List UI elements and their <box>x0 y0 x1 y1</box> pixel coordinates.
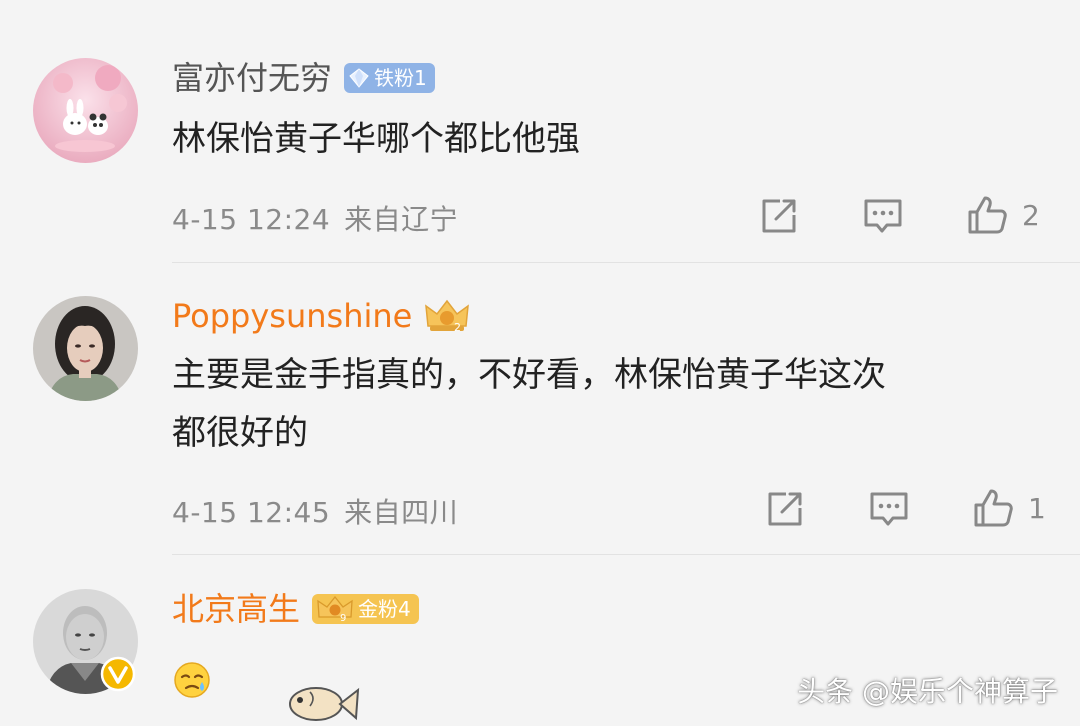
comment-icon <box>870 492 908 526</box>
fish-sticker-image <box>280 676 360 726</box>
avatar[interactable] <box>33 58 138 163</box>
comment-text-line: 主要是金手指真的，不好看，林保怡黄子华这次 <box>172 355 886 395</box>
like-count: 2 <box>1022 198 1040 232</box>
crown-level: 2 <box>454 321 461 334</box>
like-button[interactable]: 1 <box>972 487 1046 529</box>
fan-badge: 9 金粉4 <box>312 594 419 624</box>
like-count: 1 <box>1028 491 1046 525</box>
thumbs-up-icon <box>974 489 1013 527</box>
crown-icon: 2 <box>425 299 470 334</box>
share-button[interactable] <box>766 490 804 528</box>
username-text[interactable]: 北京高生 <box>172 589 300 629</box>
comment-location: 来自辽宁 <box>344 203 459 236</box>
username[interactable]: Poppysunshine 2 <box>172 296 470 336</box>
share-icon <box>768 492 802 526</box>
comment-meta: 4-15 12:45 来自四川 <box>172 491 458 531</box>
avatar[interactable] <box>33 296 138 401</box>
iron-fan-badge: 铁粉1 <box>344 63 435 93</box>
username-text[interactable]: 富亦付无穷 <box>172 58 332 98</box>
comment-text-line: 都很好的 <box>172 413 308 453</box>
username[interactable]: 北京高生 9 金粉4 <box>172 589 419 629</box>
comment-list: 富亦付无穷 铁粉1 林保怡黄子华哪个都比他强 4-15 12:24 来自辽宁 2… <box>0 0 1080 726</box>
watermark: 头条 @娱乐个神算子 <box>797 675 1058 708</box>
username-text[interactable]: Poppysunshine <box>172 296 412 336</box>
comment-location: 来自四川 <box>344 496 459 529</box>
username[interactable]: 富亦付无穷 铁粉1 <box>172 58 435 98</box>
crown-icon: 9 <box>317 595 353 623</box>
like-button[interactable]: 2 <box>966 194 1040 236</box>
reply-button[interactable] <box>863 197 903 235</box>
divider <box>172 554 1080 555</box>
emoji-icon <box>172 660 212 700</box>
fan-badge: 铁粉1 <box>344 63 435 93</box>
comment-time: 4-15 12:45 <box>172 496 331 529</box>
thumbs-up-icon <box>968 196 1007 234</box>
diamond-icon <box>349 68 369 88</box>
badge-label: 铁粉1 <box>374 66 427 90</box>
vip-crown-badge: 2 <box>424 299 470 334</box>
comment-text: 林保怡黄子华哪个都比他强 <box>172 110 1032 168</box>
gold-fan-badge: 9 金粉4 <box>312 594 419 624</box>
comment-meta: 4-15 12:24 来自辽宁 <box>172 198 458 238</box>
crown-level: 9 <box>340 613 346 623</box>
divider <box>172 262 1080 263</box>
comment-time: 4-15 12:24 <box>172 203 331 236</box>
verified-icon <box>100 656 136 692</box>
comment-icon <box>864 199 902 233</box>
reply-button[interactable] <box>869 490 909 528</box>
badge-label: 金粉4 <box>358 597 411 621</box>
comment-text-line: 林保怡黄子华哪个都比他强 <box>172 119 580 159</box>
comment-text: 主要是金手指真的，不好看，林保怡黄子华这次 都很好的 <box>172 346 1032 462</box>
share-icon <box>762 199 796 233</box>
share-button[interactable] <box>760 197 798 235</box>
